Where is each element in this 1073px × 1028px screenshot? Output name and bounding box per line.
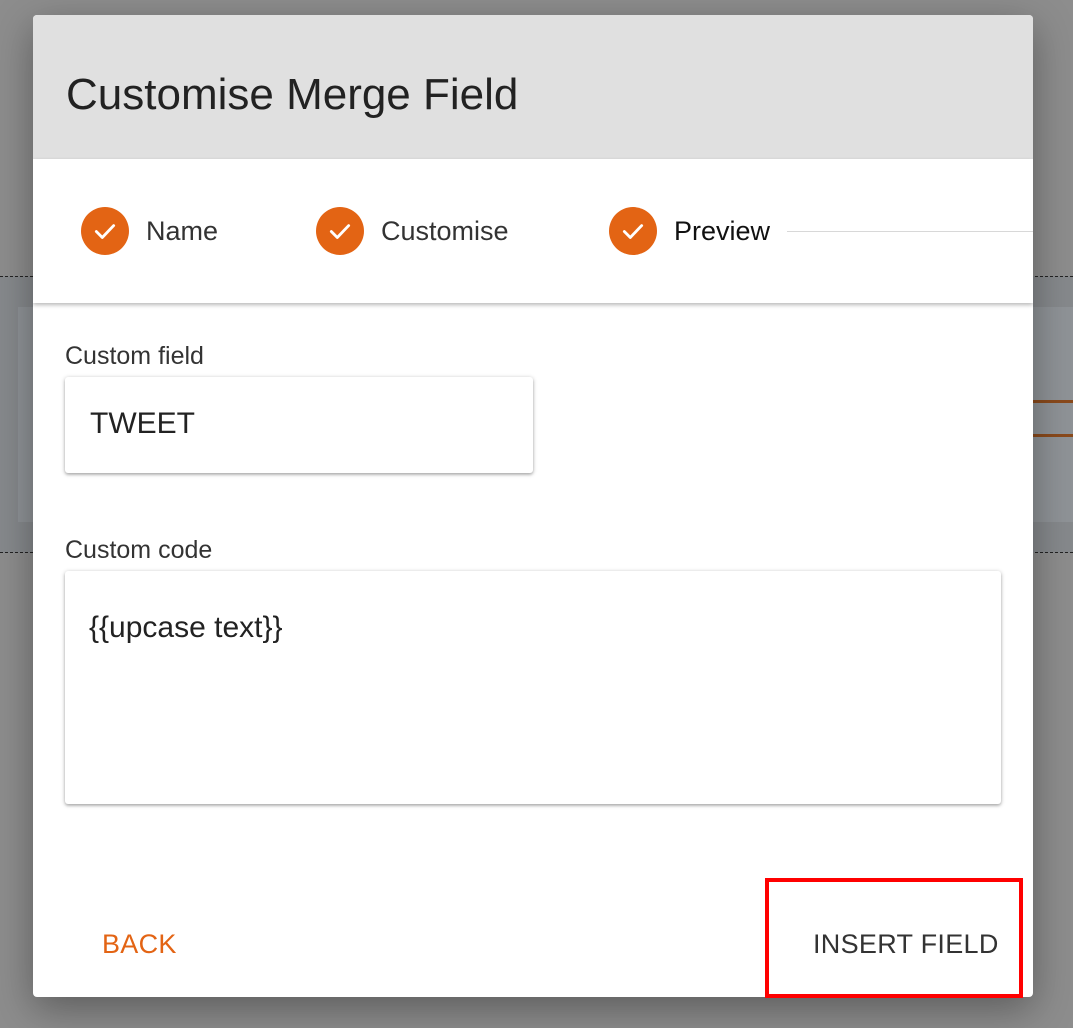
check-icon: [609, 207, 657, 255]
background-accent-line: [1031, 434, 1073, 437]
step-label: Name: [146, 215, 219, 246]
step-preview[interactable]: Preview: [609, 207, 770, 255]
custom-code-value: {{upcase text}}: [89, 611, 283, 644]
stepper: Name Customise Preview: [33, 159, 1033, 303]
custom-field-value: TWEET: [90, 407, 195, 440]
dialog-title: Customise Merge Field: [66, 70, 519, 119]
step-name[interactable]: Name: [81, 207, 218, 255]
custom-field-label: Custom field: [65, 342, 204, 370]
step-customise[interactable]: Customise: [316, 207, 509, 255]
step-label: Customise: [381, 215, 509, 246]
custom-code-textarea[interactable]: {{upcase text}}: [65, 571, 1001, 804]
back-button[interactable]: BACK: [102, 929, 177, 960]
customise-merge-field-dialog: Customise Merge Field Name Customise Pre…: [33, 15, 1033, 997]
highlight-box: [765, 878, 1023, 998]
step-label: Preview: [674, 215, 771, 246]
custom-field-input[interactable]: TWEET: [65, 377, 533, 473]
dialog-header: Customise Merge Field: [33, 15, 1033, 159]
step-connector: [787, 231, 1033, 232]
background-accent-line: [1031, 400, 1073, 403]
check-icon: [316, 207, 364, 255]
check-icon: [81, 207, 129, 255]
custom-code-label: Custom code: [65, 536, 213, 564]
